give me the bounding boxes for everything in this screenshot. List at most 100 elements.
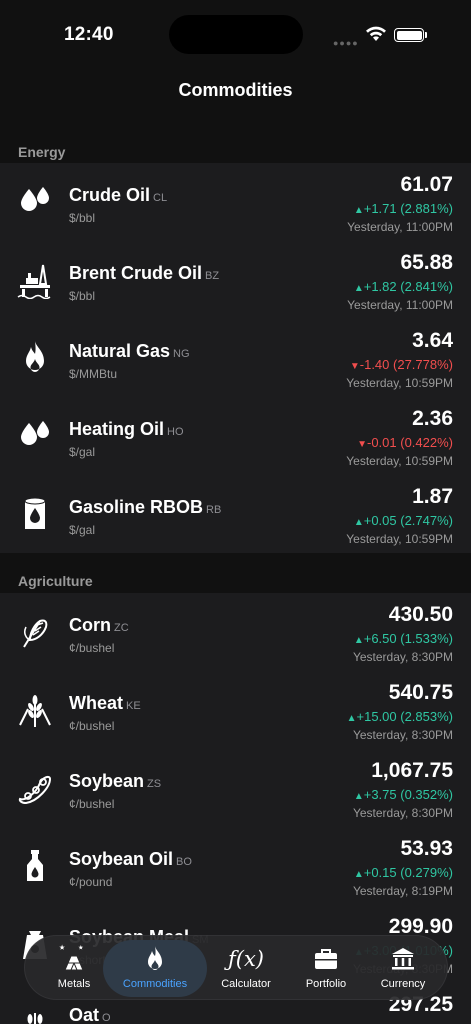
commodity-name: Crude Oil — [69, 185, 151, 205]
section-title: Energy — [18, 144, 66, 160]
arrow-up-icon: ▲ — [353, 791, 364, 802]
updated-time: Yesterday, 8:30PM — [352, 650, 453, 664]
arrow-up-icon: ▲ — [353, 283, 364, 294]
commodity-change: ▲+0.15 (0.279%) — [354, 865, 453, 880]
commodity-code: RB — [206, 504, 222, 516]
commodity-price: 1.87 — [412, 485, 453, 508]
section-title: Agriculture — [18, 573, 93, 589]
soybean-icon — [18, 775, 52, 805]
fuel-barrel-icon — [24, 497, 46, 529]
commodity-name: Brent Crude Oil — [69, 263, 203, 283]
flame-icon — [26, 341, 44, 372]
commodity-unit: $/bbl — [69, 211, 96, 225]
commodity-row[interactable]: Crude Oil CL $/bbl 61.07 ▲+1.71 (2.881%) Yest… — [0, 163, 471, 241]
function-icon: ƒ(x) — [227, 947, 264, 971]
updated-time: Yesterday, 11:00PM — [347, 220, 453, 234]
section-header-energy: Energy — [0, 136, 471, 164]
commodity-change: ▲+1.71 (2.881%) — [354, 201, 453, 216]
commodity-name: Heating Oil — [69, 419, 165, 439]
commodity-code: ZC — [114, 622, 129, 634]
dynamic-island — [169, 15, 303, 54]
tab-label: Commodities — [122, 978, 188, 990]
commodity-row[interactable]: Brent Crude Oil BZ $/bbl 65.88 ▲+1.82 (2.841… — [0, 241, 471, 319]
wifi-icon — [366, 26, 386, 41]
updated-time: Yesterday, 11:00PM — [347, 298, 453, 312]
tab-bar: Metals Commodities ƒ(x) Calculator Portf… — [24, 935, 448, 1000]
commodity-change: ▲+1.82 (2.841%) — [354, 279, 453, 294]
change-value: +15.00 (2.853%) — [356, 709, 453, 724]
arrow-down-icon: ▼ — [357, 439, 367, 450]
commodity-price: 65.88 — [400, 251, 453, 274]
commodity-price: 53.93 — [400, 837, 453, 860]
updated-time: Yesterday, 8:19PM — [352, 884, 453, 898]
commodity-row[interactable]: Soybean ZS ¢/bushel 1,067.75 ▲+3.75 (0.352%)… — [0, 749, 471, 827]
commodity-row[interactable]: Corn ZC ¢/bushel 430.50 ▲+6.50 (1.533%) Yeste… — [0, 593, 471, 671]
commodity-change: ▲+3.75 (0.352%) — [354, 787, 453, 802]
updated-time: Yesterday, 8:30PM — [352, 728, 453, 742]
arrow-up-icon: ▲ — [346, 713, 357, 724]
oil-bottle-icon — [27, 850, 43, 881]
commodity-unit: $/gal — [69, 523, 96, 537]
commodity-row[interactable]: Wheat KE ¢/bushel 540.75 ▲+15.00 (2.853%) Yes… — [0, 671, 471, 749]
oil-drops-icon — [21, 187, 49, 211]
commodity-unit: ¢/bushel — [69, 797, 115, 811]
commodity-name: Corn — [69, 615, 111, 635]
updated-time: Yesterday, 8:30PM — [352, 806, 453, 820]
change-value: +1.82 (2.841%) — [363, 279, 453, 294]
commodity-name: Gasoline RBOB — [69, 497, 204, 517]
commodity-price: 430.50 — [388, 603, 453, 626]
change-value: -1.40 (27.778%) — [359, 357, 453, 372]
commodity-change: ▼-1.40 (27.778%) — [350, 357, 453, 372]
gold-bars-icon — [59, 944, 84, 971]
oil-rig-icon — [17, 264, 51, 299]
commodity-unit: $/gal — [69, 445, 96, 459]
tab-commodities[interactable]: Commodities — [103, 940, 207, 997]
commodity-code: CL — [153, 192, 168, 204]
commodity-change: ▼-0.01 (0.422%) — [357, 435, 453, 450]
page-title: Commodities — [178, 80, 293, 100]
battery-icon — [394, 28, 424, 42]
commodity-code: NG — [173, 348, 190, 360]
change-value: +0.05 (2.747%) — [363, 513, 453, 528]
updated-time: Yesterday, 10:59PM — [346, 532, 453, 546]
arrow-up-icon: ▲ — [353, 635, 364, 646]
status-bar: 12:40 ●●●● — [0, 0, 471, 70]
change-value: +1.71 (2.881%) — [363, 201, 453, 216]
tab-currency[interactable]: Currency — [354, 936, 452, 1001]
commodity-name: Wheat — [69, 693, 123, 713]
commodity-name: Natural Gas — [69, 341, 171, 361]
commodity-price: 3.64 — [412, 329, 453, 352]
oil-drops-icon — [21, 421, 49, 445]
commodity-name: Soybean — [69, 771, 145, 791]
tab-label: Currency — [380, 978, 426, 990]
commodity-price: 61.07 — [400, 173, 453, 196]
arrow-down-icon: ▼ — [349, 361, 360, 372]
status-time: 12:40 — [64, 24, 114, 45]
commodity-name: Oat — [69, 1005, 100, 1024]
change-value: -0.01 (0.422%) — [367, 435, 453, 450]
commodity-code: ZS — [147, 778, 162, 790]
commodity-row[interactable]: Natural Gas NG $/MMBtu 3.64 ▼-1.40 (27.778%)… — [0, 319, 471, 397]
commodity-row[interactable]: Gasoline RBOB RB $/gal 1.87 ▲+0.05 (2.747%) Y… — [0, 475, 471, 553]
commodity-unit: ¢/bushel — [69, 719, 115, 733]
arrow-up-icon: ▲ — [353, 517, 364, 528]
commodity-code: HO — [167, 426, 184, 438]
change-value: +0.15 (0.279%) — [363, 865, 453, 880]
corn-icon — [23, 619, 48, 648]
arrow-up-icon: ▲ — [353, 869, 364, 880]
cellular-signal-icon: ●●●● — [333, 38, 359, 48]
commodity-row[interactable]: Soybean Oil BO ¢/pound 53.93 ▲+0.15 (0.279%)… — [0, 827, 471, 905]
change-value: +3.75 (0.352%) — [363, 787, 453, 802]
arrow-up-icon: ▲ — [353, 205, 364, 216]
updated-time: Yesterday, 10:59PM — [346, 376, 453, 390]
commodity-code: BO — [176, 856, 192, 868]
commodity-unit: $/MMBtu — [69, 367, 118, 381]
bank-icon — [392, 948, 414, 970]
commodity-change: ▲+6.50 (1.533%) — [354, 631, 453, 646]
wheat-icon — [19, 695, 51, 727]
change-value: +6.50 (1.533%) — [363, 631, 453, 646]
commodity-code: BZ — [205, 270, 220, 282]
commodity-row[interactable]: Heating Oil HO $/gal 2.36 ▼-0.01 (0.422%) Yes… — [0, 397, 471, 475]
updated-time: Yesterday, 10:59PM — [346, 454, 453, 468]
commodity-code: KE — [126, 700, 141, 712]
